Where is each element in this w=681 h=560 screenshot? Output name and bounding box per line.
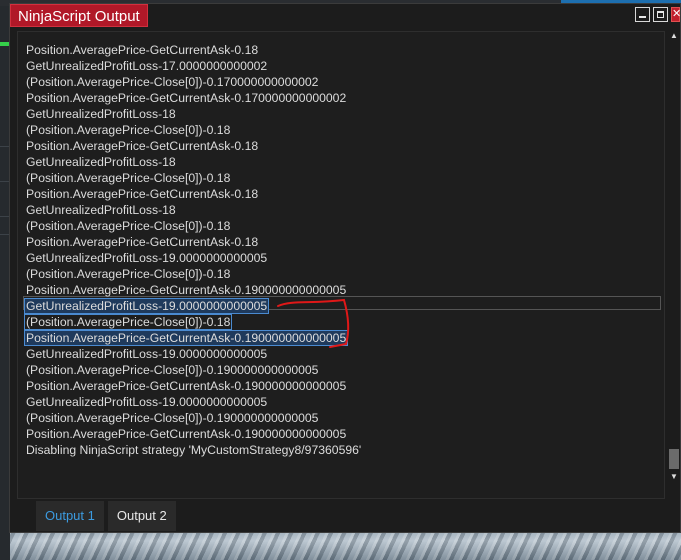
output-line-text: (Position.AveragePrice-Close[0])-0.18 (26, 267, 231, 281)
output-line[interactable]: Position.AveragePrice-GetCurrentAsk-0.19… (25, 282, 362, 298)
output-line-text: GetUnrealizedProfitLoss-18 (26, 107, 176, 121)
output-line[interactable]: GetUnrealizedProfitLoss-18 (25, 154, 362, 170)
output-line-text: GetUnrealizedProfitLoss-19.0000000000005 (26, 347, 268, 361)
output-line[interactable]: (Position.AveragePrice-Close[0])-0.18 (25, 170, 362, 186)
output-line[interactable]: Position.AveragePrice-GetCurrentAsk-0.17… (25, 90, 362, 106)
output-line-text: (Position.AveragePrice-Close[0])-0.18 (26, 123, 231, 137)
output-line-text: (Position.AveragePrice-Close[0])-0.18 (23, 314, 233, 330)
output-line[interactable]: (Position.AveragePrice-Close[0])-0.18 (23, 314, 362, 330)
window-controls (635, 7, 681, 22)
output-line-text: GetUnrealizedProfitLoss-17.0000000000002 (26, 59, 268, 73)
output-line-text: GetUnrealizedProfitLoss-19.0000000000005 (26, 395, 268, 409)
output-line[interactable]: Position.AveragePrice-GetCurrentAsk-0.19… (25, 426, 362, 442)
minimize-icon[interactable] (635, 7, 650, 22)
maximize-icon[interactable] (653, 7, 668, 22)
output-line-text: GetUnrealizedProfitLoss-18 (26, 155, 176, 169)
tab-output-1[interactable]: Output 1 (36, 501, 104, 531)
output-lines: Position.AveragePrice-GetCurrentAsk-0.18… (23, 42, 362, 458)
output-line-text: Position.AveragePrice-GetCurrentAsk-0.19… (26, 427, 347, 441)
output-line-text: GetUnrealizedProfitLoss-18 (26, 203, 176, 217)
scroll-thumb[interactable] (669, 449, 679, 469)
output-line[interactable]: GetUnrealizedProfitLoss-19.0000000000005 (25, 394, 362, 410)
output-line-text: (Position.AveragePrice-Close[0])-0.19000… (26, 411, 319, 425)
scroll-down-icon[interactable]: ▼ (668, 472, 680, 482)
output-line-text: Position.AveragePrice-GetCurrentAsk-0.19… (26, 283, 347, 297)
output-line-text: Position.AveragePrice-GetCurrentAsk-0.19… (23, 330, 349, 346)
output-line[interactable]: Position.AveragePrice-GetCurrentAsk-0.18 (25, 186, 362, 202)
ninjascript-output-window: NinjaScript Output Position.AveragePrice… (9, 3, 681, 533)
output-line[interactable]: GetUnrealizedProfitLoss-18 (25, 106, 362, 122)
output-line[interactable]: GetUnrealizedProfitLoss-19.0000000000005 (23, 298, 362, 314)
output-line-text: Position.AveragePrice-GetCurrentAsk-0.17… (26, 91, 347, 105)
output-line-text: (Position.AveragePrice-Close[0])-0.18 (26, 171, 231, 185)
output-line[interactable]: GetUnrealizedProfitLoss-19.0000000000005 (25, 250, 362, 266)
output-line-text: Position.AveragePrice-GetCurrentAsk-0.18 (26, 187, 259, 201)
window-title[interactable]: NinjaScript Output (10, 4, 148, 27)
output-line-text: Position.AveragePrice-GetCurrentAsk-0.19… (26, 379, 347, 393)
output-line[interactable]: Position.AveragePrice-GetCurrentAsk-0.19… (23, 330, 362, 346)
output-line-text: Position.AveragePrice-GetCurrentAsk-0.18 (26, 139, 259, 153)
scroll-up-icon[interactable]: ▲ (668, 31, 680, 41)
output-line[interactable]: GetUnrealizedProfitLoss-18 (25, 202, 362, 218)
output-line-text: (Position.AveragePrice-Close[0])-0.18 (26, 219, 231, 233)
output-line[interactable]: Position.AveragePrice-GetCurrentAsk-0.19… (25, 378, 362, 394)
close-icon[interactable] (671, 7, 681, 22)
output-line-text: (Position.AveragePrice-Close[0])-0.17000… (26, 75, 319, 89)
output-line-text: Position.AveragePrice-GetCurrentAsk-0.18 (26, 235, 259, 249)
output-line-text: (Position.AveragePrice-Close[0])-0.19000… (26, 363, 319, 377)
output-text-area[interactable]: Position.AveragePrice-GetCurrentAsk-0.18… (17, 31, 665, 499)
output-tabs: Output 1 Output 2 (36, 501, 176, 531)
output-line-text: GetUnrealizedProfitLoss-19.0000000000005 (23, 298, 270, 314)
output-line[interactable]: (Position.AveragePrice-Close[0])-0.18 (25, 266, 362, 282)
output-line[interactable]: (Position.AveragePrice-Close[0])-0.19000… (25, 410, 362, 426)
output-line[interactable]: GetUnrealizedProfitLoss-19.0000000000005 (25, 346, 362, 362)
output-line[interactable]: GetUnrealizedProfitLoss-17.0000000000002 (25, 58, 362, 74)
output-line[interactable]: Position.AveragePrice-GetCurrentAsk-0.18 (25, 42, 362, 58)
output-line-text: Disabling NinjaScript strategy 'MyCustom… (26, 443, 362, 457)
vertical-scrollbar[interactable]: ▲ ▼ (668, 31, 680, 489)
output-line[interactable]: Disabling NinjaScript strategy 'MyCustom… (25, 442, 362, 458)
output-line[interactable]: (Position.AveragePrice-Close[0])-0.18 (25, 218, 362, 234)
output-line[interactable]: (Position.AveragePrice-Close[0])-0.17000… (25, 74, 362, 90)
output-line[interactable]: (Position.AveragePrice-Close[0])-0.18 (25, 122, 362, 138)
tab-output-2[interactable]: Output 2 (107, 501, 176, 531)
output-line-text: GetUnrealizedProfitLoss-19.0000000000005 (26, 251, 268, 265)
output-line[interactable]: Position.AveragePrice-GetCurrentAsk-0.18 (25, 234, 362, 250)
output-line[interactable]: Position.AveragePrice-GetCurrentAsk-0.18 (25, 138, 362, 154)
output-line-text: Position.AveragePrice-GetCurrentAsk-0.18 (26, 43, 259, 57)
output-line[interactable]: (Position.AveragePrice-Close[0])-0.19000… (25, 362, 362, 378)
